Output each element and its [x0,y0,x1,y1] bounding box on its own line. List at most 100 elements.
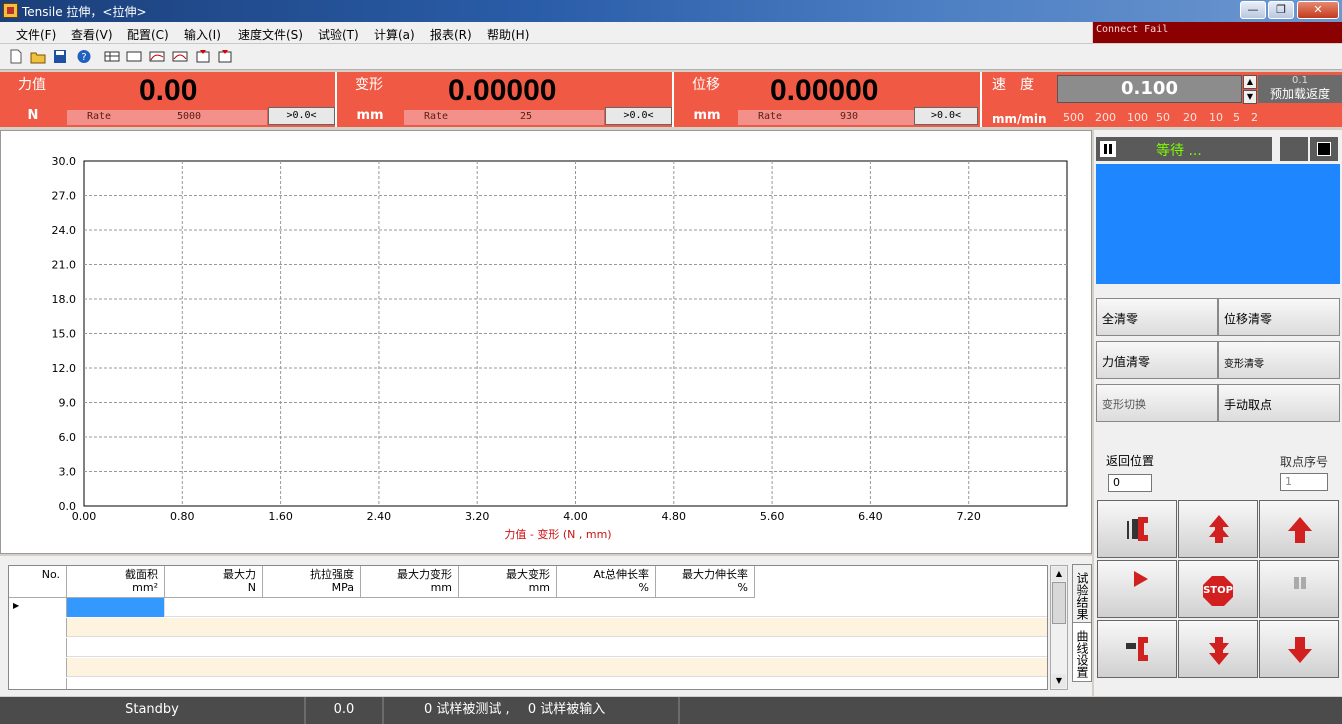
speed-down-spin[interactable]: ▼ [1243,90,1257,104]
row-header[interactable] [9,638,67,657]
x-axis-label: 力值 - 变形 (N , mm) [504,527,611,541]
tab-curve-settings[interactable]: 曲线设置 [1072,622,1092,682]
table-row[interactable] [9,618,1047,637]
menu-file[interactable]: 文件(F) [16,26,56,43]
stop-button[interactable]: STOP [1178,560,1258,618]
force-zero-button[interactable]: >0.0< [268,107,335,125]
speed-panel: 速度 mm/min 0.100 ▲ ▼ 0.1 预加载返度 500 200 10… [982,72,1342,127]
speed-scale-100[interactable]: 100 [1127,111,1148,124]
speed-scale-200[interactable]: 200 [1095,111,1116,124]
save-icon[interactable] [52,49,68,64]
menu-config[interactable]: 配置(C) [127,26,169,43]
speed-scale-500[interactable]: 500 [1063,111,1084,124]
zero-deform-button[interactable]: 变形清零 [1218,341,1340,379]
blank-square-button[interactable] [1280,137,1308,161]
col-area-unit: mm² [132,581,158,594]
zero-force-button[interactable]: 力值清零 [1096,341,1218,379]
down-button[interactable] [1259,620,1339,678]
fast-down-button[interactable] [1178,620,1258,678]
status-bar: Standby 0.0 0 试样被测试 , 0 试样被输入 [0,697,1342,724]
col-tensile-title: 抗拉强度 [310,568,354,581]
preload-button[interactable]: 0.1 预加载返度 [1258,75,1342,103]
speed-scale[interactable]: 500 200 100 50 20 10 5 2 [1057,108,1339,126]
row-header[interactable]: ▶ [9,598,67,617]
scroll-up-arrow[interactable]: ▲ [1052,567,1066,581]
svg-text:?: ? [81,52,86,63]
table-row[interactable] [9,638,1047,657]
speed-scale-20[interactable]: 20 [1183,111,1197,124]
col-max-deform[interactable]: 最大变形 mm [459,566,557,598]
open-folder-icon[interactable] [30,49,46,64]
x-tick-label: 3.20 [465,510,490,523]
col-max-force[interactable]: 最大力 N [165,566,263,598]
menu-test[interactable]: 试验(T) [318,26,359,43]
close-button[interactable]: ✕ [1297,1,1339,19]
deform-zero-button[interactable]: >0.0< [605,107,672,125]
table-row[interactable] [9,678,1047,689]
speed-scale-5[interactable]: 5 [1233,111,1240,124]
zero-disp-button[interactable]: 位移清零 [1218,298,1340,336]
col-tensile-strength[interactable]: 抗拉强度 MPa [263,566,361,598]
curve-icon[interactable] [149,49,165,64]
return-pos-input[interactable]: 0 [1108,474,1152,492]
speed-up-spin[interactable]: ▲ [1243,75,1257,89]
blank-icon[interactable] [126,49,142,64]
table-row[interactable] [9,658,1047,677]
zero-all-button[interactable]: 全清零 [1096,298,1218,336]
point-seq-input[interactable]: 1 [1280,473,1328,491]
col-max-force-unit: N [247,581,256,594]
col-tensile-unit: MPa [331,581,354,594]
deform-rate: Rate 25 [404,110,604,125]
row-header[interactable] [9,618,67,637]
clamp-up-icon [1127,517,1148,541]
disp-unit: mm [693,108,721,123]
report2-icon[interactable] [217,49,233,64]
stop-sign-icon: STOP [1203,576,1233,606]
col-no[interactable]: No. [9,566,67,598]
menu-input[interactable]: 输入(I) [184,26,221,43]
new-file-icon[interactable] [8,49,24,64]
pause-button[interactable] [1259,560,1339,618]
up-button[interactable] [1259,500,1339,558]
menu-report[interactable]: 报表(R) [430,26,472,43]
restore-button[interactable]: ❐ [1268,1,1294,19]
minimize-button[interactable]: — [1240,1,1266,19]
table-icon[interactable] [104,49,120,64]
deform-switch-button[interactable]: 变形切换 [1096,384,1218,422]
status-state: Standby [0,697,306,724]
row-header[interactable] [9,658,67,677]
pause-icon[interactable] [1100,141,1116,157]
menu-speed-file[interactable]: 速度文件(S) [238,26,303,43]
table-cell-selected[interactable] [67,598,165,617]
clamp-down-button[interactable] [1097,620,1177,678]
speed-input[interactable]: 0.100 [1057,75,1242,103]
results-table[interactable]: No. 截面积 mm² 最大力 N 抗拉强度 MPa 最大力变形 mm 最大变形… [8,565,1048,690]
table-row[interactable]: ▶ [9,598,1047,617]
disp-zero-button[interactable]: >0.0< [914,107,978,125]
col-total-elong[interactable]: At总伸长率 % [557,566,656,598]
stop-square-button[interactable] [1310,137,1338,161]
help-icon[interactable]: ? [76,49,92,64]
fast-up-button[interactable] [1178,500,1258,558]
manual-point-button[interactable]: 手动取点 [1218,384,1340,422]
col-area[interactable]: 截面积 mm² [67,566,165,598]
col-max-force-deform[interactable]: 最大力变形 mm [361,566,459,598]
disp-rate-value: 930 [840,111,859,122]
scroll-down-arrow[interactable]: ▼ [1052,674,1066,688]
speed-scale-2[interactable]: 2 [1251,111,1258,124]
speed-scale-10[interactable]: 10 [1209,111,1223,124]
menu-view[interactable]: 查看(V) [71,26,113,43]
speed-scale-50[interactable]: 50 [1156,111,1170,124]
start-button[interactable] [1097,560,1177,618]
menu-help[interactable]: 帮助(H) [487,26,529,43]
table-scrollbar[interactable]: ▲ ▼ [1050,565,1068,690]
chart-area: 0.0 3.0 6.0 9.0 12.0 15.0 18.0 21.0 24.0 27.0 30.0… [0,130,1092,554]
menu-calc[interactable]: 计算(a) [374,26,415,43]
tab-results[interactable]: 试验结果 [1072,564,1092,624]
row-header[interactable] [9,678,67,689]
col-max-force-elong[interactable]: 最大力伸长率 % [656,566,755,598]
clamp-up-button[interactable] [1097,500,1177,558]
scroll-thumb[interactable] [1052,582,1066,624]
curve2-icon[interactable] [172,49,188,64]
report-icon[interactable] [195,49,211,64]
